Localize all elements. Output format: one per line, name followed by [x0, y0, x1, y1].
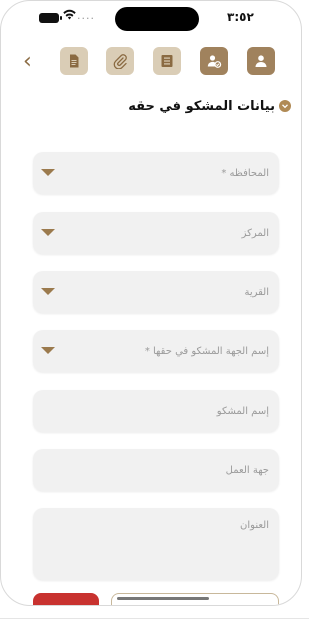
phone-frame: .... ٣:٥٢ ‹ بيانات المشكو في حقه المحافظ… [0, 0, 302, 606]
list-icon[interactable] [153, 47, 181, 75]
village-placeholder: القرية [244, 286, 269, 298]
battery-icon [39, 13, 62, 23]
chevron-down-circle-icon [279, 100, 291, 112]
document-icon[interactable] [60, 47, 88, 75]
workplace-placeholder: جهة العمل [225, 464, 269, 476]
status-bar: .... ٣:٥٢ [1, 1, 301, 35]
address-placeholder: العنوان [240, 520, 269, 531]
paperclip-icon[interactable] [106, 47, 134, 75]
chevron-left-icon[interactable]: ‹ [23, 49, 32, 75]
address-textarea[interactable]: العنوان [33, 508, 279, 580]
governorate-select[interactable]: المحافظه * [33, 152, 279, 194]
caret-down-icon [41, 347, 55, 354]
status-time: ٣:٥٢ [227, 10, 254, 24]
caret-down-icon [41, 169, 55, 176]
entity-placeholder: إسم الجهة المشكو في حقها * [144, 345, 269, 357]
name-placeholder: إسم المشكو [216, 405, 269, 417]
signal-dots: .... [77, 9, 95, 22]
entity-select[interactable]: إسم الجهة المشكو في حقها * [33, 330, 279, 372]
governorate-placeholder: المحافظه * [221, 167, 269, 179]
home-indicator [117, 597, 209, 600]
cancel-button[interactable] [33, 593, 99, 605]
wifi-icon [63, 9, 76, 23]
section-title: بيانات المشكو في حقه [128, 98, 275, 114]
user-shield-icon[interactable] [200, 47, 228, 75]
dynamic-island [115, 7, 199, 31]
center-placeholder: المركز [241, 227, 269, 239]
step-toolbar: ‹ [1, 47, 301, 81]
caret-down-icon [41, 229, 55, 236]
user-icon[interactable] [247, 47, 275, 75]
name-input[interactable]: إسم المشكو [33, 390, 279, 432]
section-header[interactable]: بيانات المشكو في حقه [128, 97, 291, 115]
divider [0, 618, 309, 619]
workplace-input[interactable]: جهة العمل [33, 449, 279, 491]
village-select[interactable]: القرية [33, 271, 279, 313]
caret-down-icon [41, 288, 55, 295]
center-select[interactable]: المركز [33, 212, 279, 254]
